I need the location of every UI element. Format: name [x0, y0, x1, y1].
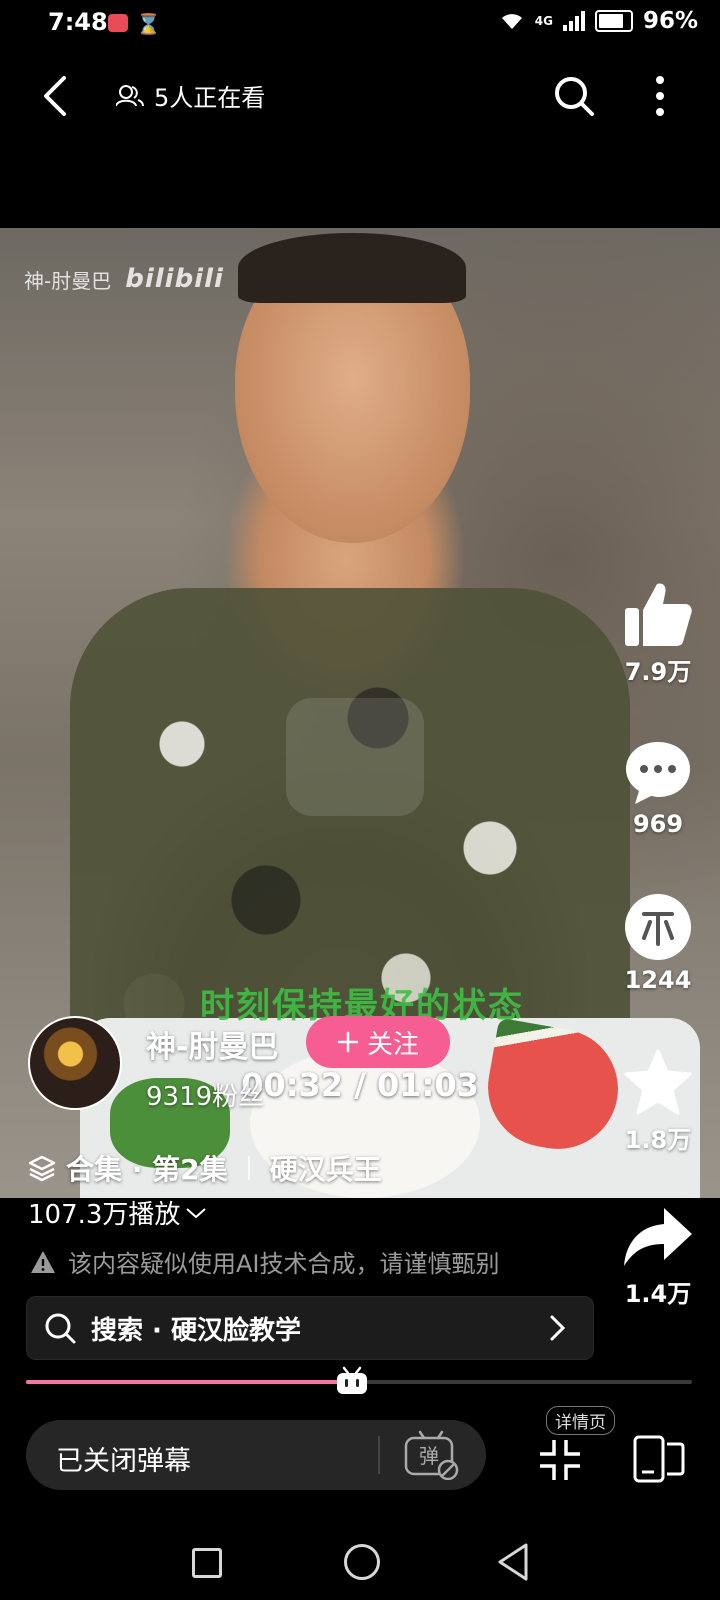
author-avatar[interactable] — [28, 1016, 122, 1110]
play-count-label: 107.3万播放 — [28, 1200, 181, 1230]
more-icon[interactable] — [652, 74, 668, 118]
search-icon[interactable] — [552, 74, 596, 118]
collection-link[interactable]: 合集 · 第2集 硬汉兵王 — [28, 1148, 382, 1188]
chevron-right-icon — [550, 1315, 566, 1341]
watermark-author: 神-肘曼巴 — [24, 268, 112, 293]
collection-series: 硬汉兵王 — [269, 1153, 382, 1186]
comment-icon — [626, 742, 690, 804]
home-button[interactable] — [344, 1544, 380, 1580]
battery-icon — [594, 10, 633, 32]
collection-label: 合集 · 第2集 — [66, 1153, 228, 1186]
warning-icon — [31, 1250, 55, 1273]
favorites-count: 1.8万 — [624, 1126, 692, 1154]
battery-percent: 96% — [642, 8, 698, 34]
ai-warning-text: 该内容疑似使用AI技术合成，请谨慎甄别 — [68, 1250, 500, 1278]
follow-button[interactable]: 关注 — [306, 1016, 450, 1068]
viewer-count: 5人正在看 — [116, 78, 265, 113]
hourglass-icon: ⌛ — [136, 12, 161, 36]
share-icon — [624, 1208, 692, 1266]
search-suggestion-label: 搜索 · 硬汉脸教学 — [91, 1315, 301, 1346]
coins-count: 1244 — [624, 966, 692, 994]
split-screen-icon[interactable] — [632, 1434, 686, 1484]
notification-app-icon — [108, 14, 128, 32]
follow-label: 关注 — [366, 1029, 419, 1060]
status-time: 7:48 — [48, 8, 108, 36]
search-icon — [45, 1313, 76, 1344]
status-right: 4G 96% — [499, 8, 698, 34]
collection-divider — [247, 1156, 250, 1180]
collection-icon — [28, 1155, 56, 1182]
fullscreen-exit-icon[interactable] — [538, 1438, 582, 1482]
progress-bar[interactable] — [26, 1366, 692, 1394]
danmaku-bar[interactable]: 已关闭弹幕 弹 — [26, 1420, 486, 1490]
coin-icon — [625, 894, 691, 960]
video-hair — [238, 233, 466, 303]
cell-signal-icon — [562, 11, 585, 31]
play-count[interactable]: 107.3万播放 — [28, 1194, 208, 1231]
detail-page-tag[interactable]: 详情页 — [546, 1406, 615, 1435]
danmaku-divider — [378, 1436, 380, 1474]
watermark-logo: bilibili — [125, 264, 224, 294]
shares-count: 1.4万 — [624, 1280, 692, 1308]
ai-warning: 该内容疑似使用AI技术合成，请谨慎甄别 — [30, 1244, 500, 1279]
signal-label: 4G — [534, 14, 553, 28]
likes-count: 7.9万 — [624, 658, 692, 686]
danmaku-toggle-icon[interactable]: 弹 — [402, 1430, 460, 1480]
share-button[interactable]: 1.4万 — [608, 1206, 708, 1309]
recents-button[interactable] — [192, 1548, 222, 1578]
back-icon[interactable] — [36, 74, 76, 118]
video-watermark: 神-肘曼巴 bilibili — [24, 264, 224, 294]
viewers-icon — [116, 84, 144, 106]
play-overlay[interactable] — [286, 698, 424, 816]
author-name[interactable]: 神-肘曼巴 — [146, 1022, 278, 1066]
favorite-icon — [624, 1049, 692, 1115]
progress-fill — [26, 1380, 353, 1384]
chevron-down-icon — [186, 1207, 207, 1218]
viewers-label: 5人正在看 — [154, 84, 266, 112]
like-button[interactable]: 7.9万 — [608, 580, 708, 687]
fans-count: 9319粉丝 — [146, 1082, 265, 1112]
nav-back-icon[interactable] — [496, 1542, 530, 1582]
progress-thumb-icon[interactable] — [335, 1366, 369, 1396]
favorite-button[interactable]: 1.8万 — [608, 1048, 708, 1155]
search-suggestion[interactable]: 搜索 · 硬汉脸教学 — [26, 1296, 594, 1360]
wifi-icon — [501, 14, 522, 29]
danmaku-toggle-glyph: 弹 — [419, 1444, 439, 1468]
comments-count: 969 — [632, 810, 684, 838]
danmaku-label[interactable]: 已关闭弹幕 — [56, 1439, 191, 1478]
like-icon — [625, 583, 692, 646]
plus-icon — [337, 1031, 359, 1053]
coin-button[interactable]: 1244 — [608, 892, 708, 994]
comment-button[interactable]: 969 — [608, 738, 708, 838]
